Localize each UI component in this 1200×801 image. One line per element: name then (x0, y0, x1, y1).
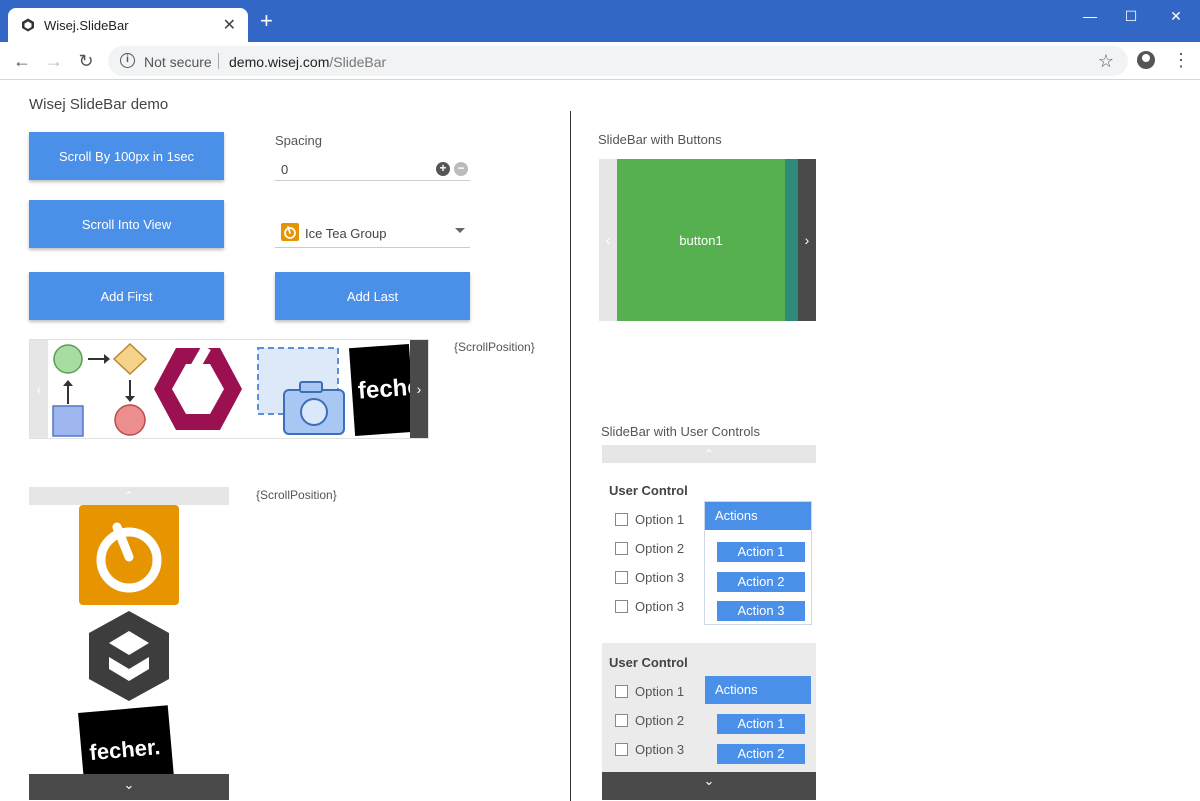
uc-down-arrow-icon[interactable]: ⌄ (602, 772, 816, 800)
tab-close-icon[interactable]: ✕ (223, 15, 236, 35)
minus-icon[interactable]: − (454, 162, 468, 176)
vertical-slidebar[interactable]: fecher. (29, 505, 229, 774)
checkbox-icon (615, 571, 628, 584)
back-arrow-icon[interactable]: ← (12, 51, 32, 71)
horizontal-slidebar[interactable]: ‹ fecher › (29, 339, 429, 439)
camera-image-icon (257, 347, 345, 435)
address-separator (218, 53, 219, 69)
slide-up-arrow-icon[interactable]: ⌃ (29, 487, 229, 505)
option-label: Option 3 (635, 570, 685, 585)
buttons-left-arrow-icon[interactable]: ‹ (599, 159, 617, 321)
add-first-button[interactable]: Add First (29, 272, 224, 320)
scroll-by-button[interactable]: Scroll By 100px in 1sec (29, 132, 224, 180)
plus-icon[interactable]: + (436, 162, 450, 176)
actions-header: Actions (705, 676, 811, 704)
option-label: Option 1 (635, 684, 685, 699)
address-bar[interactable]: i Not secure demo.wisej.com/SlideBar ☆ (108, 46, 1128, 76)
fecher-logo-text: fecher (357, 372, 415, 405)
browser-menu-icon[interactable]: ⋮ (1172, 50, 1190, 71)
page-title: Wisej SlideBar demo (29, 96, 169, 113)
action-2-button[interactable]: Action 2 (717, 572, 805, 592)
checkbox-icon (615, 743, 628, 756)
maximize-button[interactable]: ☐ (1121, 8, 1141, 25)
button2-partial[interactable] (785, 159, 799, 321)
add-last-button[interactable]: Add Last (275, 272, 470, 320)
option-2-checkbox[interactable]: Option 2 (615, 541, 684, 556)
not-secure-label: Not secure (144, 54, 212, 70)
close-window-button[interactable]: ✕ (1166, 8, 1186, 25)
slide-left-arrow-icon[interactable]: ‹ (30, 340, 48, 438)
option-4-checkbox[interactable]: Option 3 (615, 599, 684, 614)
browser-toolbar: ← → ↻ i Not secure demo.wisej.com/SlideB… (0, 42, 1200, 80)
option-3-checkbox[interactable]: Option 3 (615, 570, 684, 585)
page-content: Wisej SlideBar demo Scroll By 100px in 1… (0, 81, 1200, 801)
option-label: Option 1 (635, 512, 685, 527)
bookmark-star-icon[interactable]: ☆ (1098, 51, 1114, 72)
user-control-title: User Control (609, 483, 688, 498)
tab-title: Wisej.SlideBar (44, 18, 129, 33)
browser-tab[interactable]: Wisej.SlideBar ✕ (8, 8, 248, 42)
user-control-1: User Control Option 1 Option 2 Option 3 … (602, 473, 816, 633)
url-host: demo.wisej.com (229, 54, 330, 70)
action-2-button[interactable]: Action 2 (717, 744, 805, 764)
profile-icon[interactable] (1137, 51, 1155, 69)
option-label: Option 2 (635, 713, 685, 728)
button1[interactable]: button1 (617, 159, 785, 321)
buttons-right-arrow-icon[interactable]: › (798, 159, 816, 321)
action-3-button[interactable]: Action 3 (717, 601, 805, 621)
user-control-2: User Control Option 1 Option 2 Option 3 … (602, 643, 816, 773)
hexagon-logo-icon (154, 346, 242, 430)
option-1-checkbox[interactable]: Option 1 (615, 512, 684, 527)
ice-tea-logo-icon (281, 223, 299, 241)
slide-right-arrow-icon[interactable]: › (410, 340, 428, 438)
checkbox-icon (615, 600, 628, 613)
actions-panel: Actions Action 1 Action 2 (704, 675, 812, 773)
info-icon[interactable]: i (120, 53, 135, 68)
url-text[interactable]: demo.wisej.com/SlideBar (229, 54, 386, 70)
browser-titlebar: Wisej.SlideBar ✕ + — ☐ ✕ (0, 0, 1200, 42)
scroll-position-label-2: {ScrollPosition} (256, 488, 337, 502)
flowchart-icon (52, 342, 148, 437)
user-control-title: User Control (609, 655, 688, 670)
fecher-logo-small: fecher (349, 344, 415, 436)
action-1-button[interactable]: Action 1 (717, 542, 805, 562)
buttons-slidebar[interactable]: ‹ button1 › (599, 159, 816, 321)
option-label: Option 3 (635, 742, 685, 757)
scroll-position-label-1: {ScrollPosition} (454, 340, 535, 354)
checkbox-icon (615, 513, 628, 526)
minimize-button[interactable]: — (1080, 8, 1100, 24)
slidebar-user-controls-label: SlideBar with User Controls (601, 424, 760, 439)
slidebar-buttons-label: SlideBar with Buttons (598, 132, 722, 147)
combo-value: Ice Tea Group (305, 226, 387, 241)
url-path: /SlideBar (329, 54, 387, 70)
wisej-favicon-icon (22, 18, 34, 32)
option-3-checkbox[interactable]: Option 3 (615, 742, 684, 757)
option-label: Option 2 (635, 541, 685, 556)
checkbox-icon (615, 714, 628, 727)
ice-tea-group-logo-icon (79, 505, 179, 605)
fecher-logo-large: fecher. (78, 705, 174, 774)
company-combobox[interactable]: Ice Tea Group (275, 220, 470, 248)
fecher-logo-full-text: fecher. (88, 734, 162, 766)
reload-icon[interactable]: ↻ (76, 51, 96, 71)
action-1-button[interactable]: Action 1 (717, 714, 805, 734)
wisej-logo-icon (89, 611, 169, 701)
spacing-stepper[interactable]: 0 + − (275, 159, 470, 181)
spacing-value: 0 (281, 162, 289, 177)
uc-up-arrow-icon[interactable]: ⌃ (602, 445, 816, 463)
option-1-checkbox[interactable]: Option 1 (615, 684, 684, 699)
option-label: Option 3 (635, 599, 685, 614)
new-tab-button[interactable]: + (260, 10, 273, 32)
checkbox-icon (615, 685, 628, 698)
forward-arrow-icon[interactable]: → (44, 51, 64, 71)
vertical-divider (570, 111, 571, 801)
actions-panel: Actions Action 1 Action 2 Action 3 (704, 501, 812, 625)
spacing-label: Spacing (275, 133, 322, 148)
chevron-down-icon (455, 228, 465, 233)
checkbox-icon (615, 542, 628, 555)
actions-header: Actions (705, 502, 811, 530)
scroll-into-view-button[interactable]: Scroll Into View (29, 200, 224, 248)
option-2-checkbox[interactable]: Option 2 (615, 713, 684, 728)
slide-down-arrow-icon[interactable]: ⌄ (29, 774, 229, 800)
